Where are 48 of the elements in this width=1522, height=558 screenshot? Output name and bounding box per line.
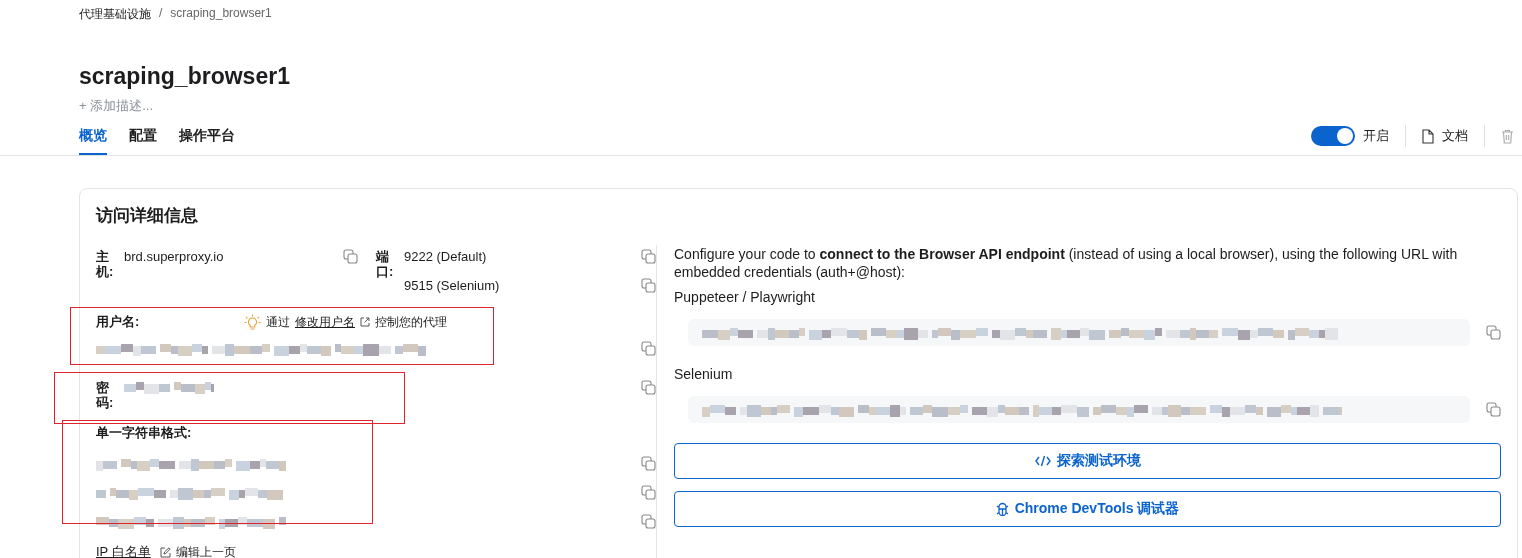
- field-label: 密码:: [96, 380, 112, 410]
- tab[interactable]: 配置: [129, 121, 157, 155]
- toggle-label: 开启: [1363, 127, 1389, 145]
- breadcrumb-link[interactable]: 代理基础设施: [79, 6, 151, 23]
- tab[interactable]: 操作平台: [179, 121, 235, 155]
- endpoint-label: Selenium: [674, 366, 734, 382]
- copy-icon[interactable]: [641, 278, 656, 293]
- copy-icon[interactable]: [641, 341, 656, 356]
- copy-icon[interactable]: [1486, 402, 1501, 417]
- code-icon: [1034, 455, 1051, 467]
- breadcrumb-separator: /: [159, 6, 163, 22]
- copy-icon[interactable]: [641, 380, 656, 395]
- outline-button[interactable]: Chrome DevTools 调试器: [674, 491, 1501, 527]
- copy-icon[interactable]: [641, 456, 656, 471]
- docs-link[interactable]: 文档: [1442, 127, 1468, 145]
- copy-icon[interactable]: [343, 249, 358, 264]
- change-username-link[interactable]: 修改用户名: [295, 313, 355, 331]
- tip-text: 控制您的代理: [375, 313, 447, 331]
- toggle-switch[interactable]: [1311, 126, 1355, 146]
- lightbulb-icon: [244, 313, 261, 331]
- url-field[interactable]: [688, 396, 1470, 423]
- edit-link[interactable]: 编辑上一页: [175, 543, 236, 558]
- field-label: 主机:: [96, 249, 112, 279]
- port-value: 9515 (Selenium): [404, 278, 500, 293]
- copy-icon[interactable]: [1486, 325, 1501, 340]
- edit-icon: [159, 546, 171, 558]
- field-label: 单一字符串格式:: [96, 425, 192, 440]
- external-link-icon: [360, 317, 370, 327]
- intro-text: Configure your code to connect to the Browser API endpoint (instead of using a local browser), using the following URL with embedded credentials (auth+@host):: [674, 245, 1459, 281]
- endpoint-label: Puppeteer / Playwright: [674, 289, 816, 305]
- page-title: scraping_browser1: [79, 62, 291, 91]
- trash-icon[interactable]: [1501, 128, 1514, 144]
- outline-button[interactable]: 探索测试环境: [674, 443, 1501, 479]
- field-label: 端口:: [376, 249, 392, 279]
- copy-icon[interactable]: [641, 514, 656, 529]
- document-icon: [1422, 128, 1434, 144]
- bug-icon: [995, 502, 1009, 516]
- copy-icon[interactable]: [641, 485, 656, 500]
- url-field[interactable]: [688, 319, 1470, 346]
- card-title: 访问详细信息: [94, 205, 199, 227]
- breadcrumb-current: scraping_browser1: [170, 6, 272, 22]
- tab[interactable]: 概览: [79, 121, 107, 155]
- port-value: 9222 (Default): [404, 249, 487, 264]
- copy-icon[interactable]: [641, 249, 656, 264]
- field-label: 用户名:: [96, 313, 141, 331]
- ip-whitelist-link[interactable]: IP 白名单: [96, 543, 151, 558]
- tip-text: 通过: [266, 313, 290, 331]
- host-value: brd.superproxy.io: [124, 249, 225, 264]
